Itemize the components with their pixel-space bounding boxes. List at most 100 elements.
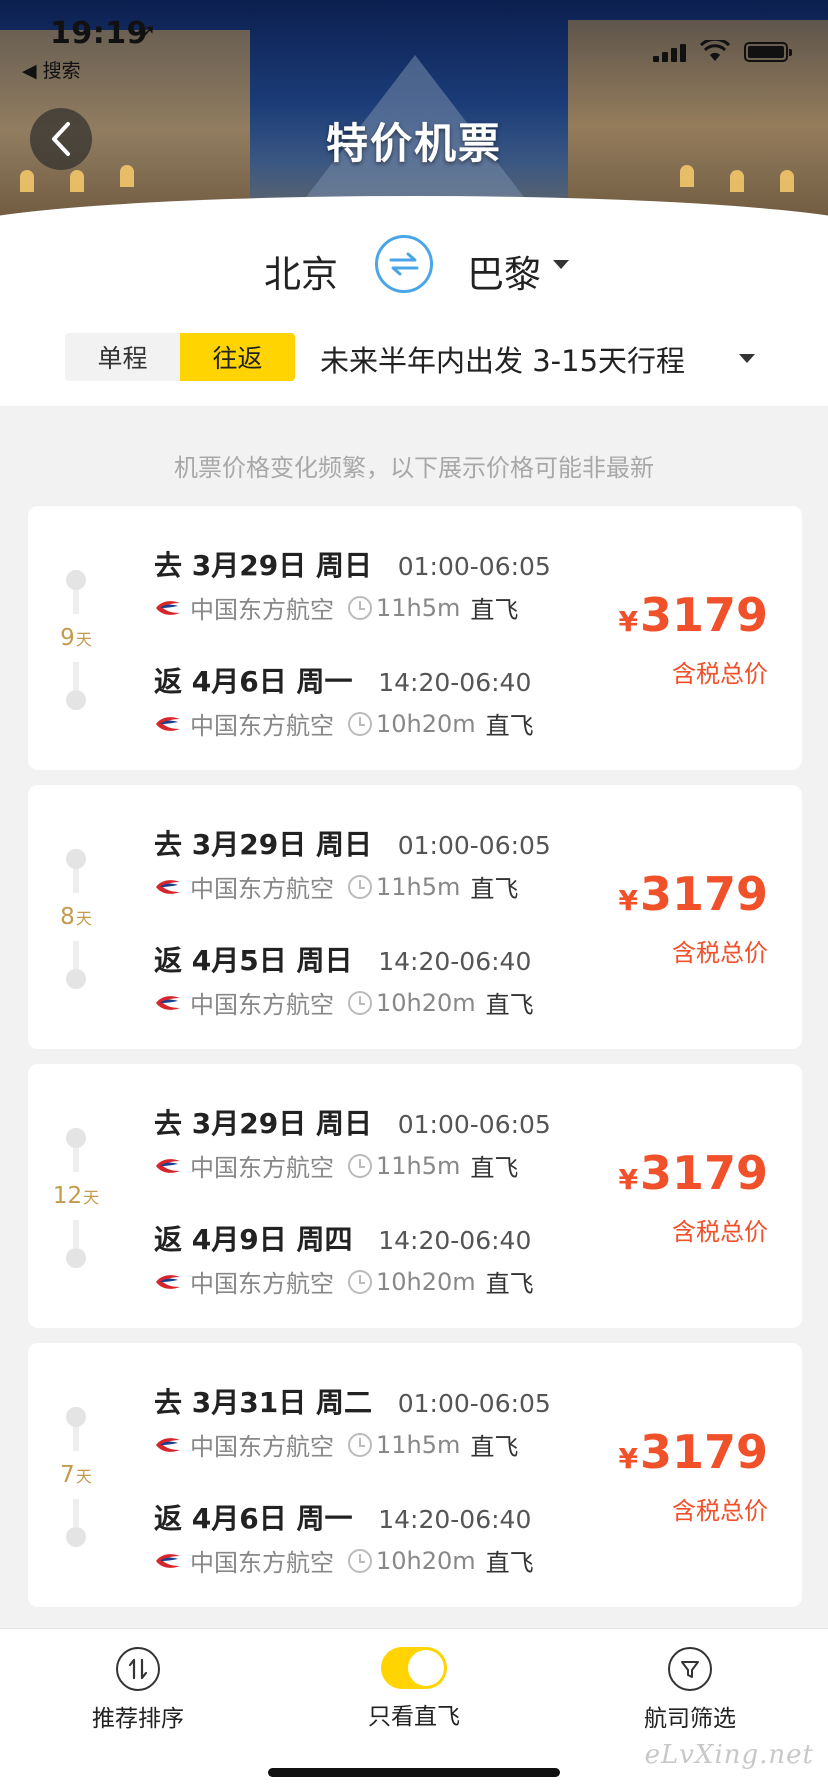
sort-button[interactable]: 推荐排序 (48, 1647, 228, 1733)
return-airline: 中国东方航空 (190, 712, 334, 740)
arrival-city[interactable]: 巴黎 (467, 244, 541, 298)
lit-window (730, 170, 744, 192)
lit-window (780, 170, 794, 192)
return-date: 4月6日 周一 (191, 1502, 353, 1535)
price-value: 3179 (639, 1146, 768, 1200)
outbound-time: 01:00-06:05 (397, 1389, 551, 1418)
return-title: 返 4月9日 周四 14:20-06:40 (154, 1218, 531, 1258)
outbound-prefix: 去 (154, 1107, 183, 1140)
outbound-info: 中国东方航空 11h5m 直飞 (154, 590, 518, 625)
outbound-duration: 11h5m (376, 872, 461, 901)
caret-down-icon[interactable] (739, 354, 755, 363)
flight-offer-card[interactable]: 7天 去 3月31日 周二 01:00-06:05 中国东方航空 11h5m 直… (28, 1343, 802, 1607)
currency-symbol: ¥ (618, 884, 638, 917)
price-value: 3179 (639, 867, 768, 921)
trip-days: 12 (52, 1183, 83, 1209)
clock-icon (348, 595, 372, 620)
price-label: 含税总价 (672, 939, 768, 967)
return-info: 中国东方航空 10h20m 直飞 (154, 985, 534, 1020)
return-flight-type: 直飞 (485, 1270, 534, 1298)
home-indicator (268, 1768, 560, 1777)
airline-filter-button[interactable]: 航司筛选 (600, 1647, 780, 1733)
trip-days-badge: 12 天 (48, 1172, 104, 1220)
return-airline: 中国东方航空 (190, 1270, 334, 1298)
currency-symbol: ¥ (618, 1442, 638, 1475)
outbound-prefix: 去 (154, 828, 183, 861)
outbound-date: 3月29日 周日 (191, 1107, 372, 1140)
outbound-airline: 中国东方航空 (190, 596, 334, 624)
caret-down-icon[interactable] (553, 260, 569, 269)
direct-only-label: 只看直飞 (368, 1704, 460, 1730)
price-value: 3179 (639, 1425, 768, 1479)
return-prefix: 返 (154, 1223, 183, 1256)
trip-days-badge: 9天 (48, 614, 104, 662)
date-range-selector[interactable]: 未来半年内出发 3-15天行程 (320, 338, 685, 380)
back-to-app-link[interactable]: ◀ 搜索 (22, 56, 81, 83)
return-duration: 10h20m (376, 709, 476, 738)
outbound-duration: 11h5m (376, 1430, 461, 1459)
watermark: eLvXing.net (644, 1740, 814, 1770)
return-info: 中国东方航空 10h20m 直飞 (154, 706, 534, 741)
outbound-title: 去 3月29日 周日 01:00-06:05 (154, 1102, 551, 1142)
timeline-dot (66, 849, 86, 869)
china-eastern-logo-icon (156, 600, 180, 615)
timeline-dot (66, 1407, 86, 1427)
battery-icon (744, 42, 792, 62)
return-time: 14:20-06:40 (378, 1226, 532, 1255)
trip-days: 8 (60, 904, 75, 930)
outbound-airline: 中国东方航空 (190, 1433, 334, 1461)
return-airline: 中国东方航空 (190, 1549, 334, 1577)
lit-window (20, 170, 34, 192)
status-icons (653, 40, 792, 62)
lit-window (70, 170, 84, 192)
filter-funnel-icon (668, 1647, 712, 1691)
timeline-dot (66, 969, 86, 989)
cellular-signal-icon (653, 44, 686, 62)
return-title: 返 4月6日 周一 14:20-06:40 (154, 660, 531, 700)
price: ¥3179 (618, 588, 768, 642)
trip-type-toggle: 单程 往返 (65, 333, 295, 381)
direct-only-toggle[interactable]: 只看直飞 (324, 1647, 504, 1731)
return-duration: 10h20m (376, 1267, 476, 1296)
outbound-title: 去 3月29日 周日 01:00-06:05 (154, 823, 551, 863)
china-eastern-logo-icon (156, 1437, 180, 1452)
return-duration: 10h20m (376, 988, 476, 1017)
round-trip-option[interactable]: 往返 (180, 333, 295, 381)
outbound-date: 3月29日 周日 (191, 549, 372, 582)
return-date: 4月5日 周日 (191, 944, 353, 977)
outbound-flight-type: 直飞 (470, 596, 519, 624)
timeline-dot (66, 570, 86, 590)
sort-label: 推荐排序 (92, 1706, 184, 1732)
return-title: 返 4月5日 周日 14:20-06:40 (154, 939, 531, 979)
outbound-flight-type: 直飞 (470, 1433, 519, 1461)
return-duration: 10h20m (376, 1546, 476, 1575)
timeline-dot (66, 1248, 86, 1268)
outbound-info: 中国东方航空 11h5m 直飞 (154, 1427, 518, 1462)
outbound-title: 去 3月31日 周二 01:00-06:05 (154, 1381, 551, 1421)
clock-icon (348, 990, 372, 1015)
return-date: 4月9日 周四 (191, 1223, 353, 1256)
china-eastern-logo-icon (156, 1553, 180, 1568)
departure-city[interactable]: 北京 (264, 244, 338, 298)
one-way-option[interactable]: 单程 (65, 333, 180, 381)
swap-cities-button[interactable] (375, 235, 433, 293)
outbound-duration: 11h5m (376, 593, 461, 622)
trip-days-unit: 天 (75, 630, 92, 649)
timeline-dot (66, 1128, 86, 1148)
outbound-time: 01:00-06:05 (397, 552, 551, 581)
outbound-flight-type: 直飞 (470, 1154, 519, 1182)
china-eastern-logo-icon (156, 879, 180, 894)
price: ¥3179 (618, 867, 768, 921)
outbound-time: 01:00-06:05 (397, 831, 551, 860)
route-selector: 北京 巴黎 单程 往返 未来半年内出发 3-15天行程 (0, 230, 828, 406)
price-value: 3179 (639, 588, 768, 642)
flight-offer-card[interactable]: 12 天 去 3月29日 周日 01:00-06:05 中国东方航空 11h5m … (28, 1064, 802, 1328)
price-notice: 机票价格变化频繁，以下展示价格可能非最新 (174, 454, 654, 482)
outbound-duration: 11h5m (376, 1151, 461, 1180)
flight-offer-card[interactable]: 8天 去 3月29日 周日 01:00-06:05 中国东方航空 11h5m 直… (28, 785, 802, 1049)
price: ¥3179 (618, 1146, 768, 1200)
status-time: 19:19 (50, 16, 148, 51)
direct-only-switch[interactable] (381, 1647, 447, 1689)
clock-icon (348, 1269, 372, 1294)
flight-offer-card[interactable]: 9天 去 3月29日 周日 01:00-06:05 中国东方航空 11h5m 直… (28, 506, 802, 770)
